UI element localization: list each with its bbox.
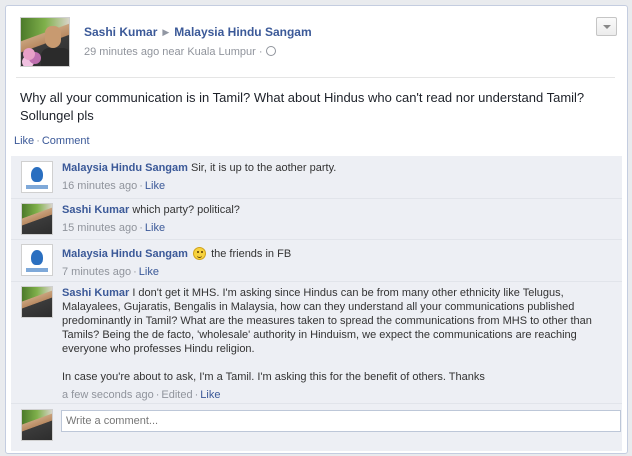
comment-like-link[interactable]: Like (200, 389, 220, 401)
comment-time[interactable]: 7 minutes ago (62, 266, 131, 278)
comment-text-paragraph: In case you're about to ask, I'm a Tamil… (62, 371, 485, 383)
meta-separator: · (194, 389, 199, 401)
commenter-avatar[interactable] (21, 161, 53, 193)
comment-like-link[interactable]: Like (145, 180, 165, 192)
comment-item: Malaysia Hindu Sangam the friends in FB … (11, 239, 622, 281)
commenter-avatar[interactable] (21, 203, 53, 235)
comment-time[interactable]: a few seconds ago (62, 389, 154, 401)
commenter-avatar[interactable] (21, 286, 53, 318)
comment-text: the friends in FB (211, 248, 292, 260)
arrow-icon: ▶ (162, 27, 170, 37)
comment-text: I don't get it MHS. I'm asking since Hin… (62, 287, 592, 355)
meta-separator: · (133, 266, 137, 278)
smiley-icon (193, 247, 206, 260)
comment-text: Sir, it is up to the aother party. (191, 162, 337, 174)
comment-author[interactable]: Sashi Kumar (62, 287, 129, 299)
viewer-avatar (21, 409, 53, 441)
meta-separator: · (139, 180, 143, 192)
target-page-link[interactable]: Malaysia Hindu Sangam (174, 25, 311, 39)
comment-text: which party? political? (132, 204, 240, 216)
author-link[interactable]: Sashi Kumar (84, 25, 157, 39)
meta-separator: · (155, 389, 160, 401)
feed-story: Sashi Kumar ▶ Malaysia Hindu Sangam 29 min… (5, 5, 628, 454)
comments-list: Malaysia Hindu Sangam Sir, it is up to t… (11, 156, 622, 451)
comment-input[interactable]: Write a comment... (61, 410, 621, 432)
comment-item: Sashi Kumar which party? political? 15 m… (11, 198, 622, 239)
comment-author[interactable]: Malaysia Hindu Sangam (62, 162, 188, 174)
globe-icon[interactable] (265, 46, 276, 56)
comment-author[interactable]: Malaysia Hindu Sangam (62, 248, 188, 260)
comment-like-link[interactable]: Like (139, 266, 159, 278)
story-options-button[interactable] (596, 17, 617, 36)
commenter-avatar[interactable] (21, 244, 53, 276)
story-timestamp[interactable]: 29 minutes ago near Kuala Lumpur (84, 46, 256, 58)
comment-composer: Write a comment... (11, 403, 622, 451)
comment-action[interactable]: Comment (42, 135, 90, 147)
action-separator: · (36, 135, 40, 147)
like-action[interactable]: Like (14, 135, 34, 147)
story-actions: Like · Comment (14, 135, 90, 147)
comment-item: Sashi Kumar I don't get it MHS. I'm aski… (11, 281, 622, 403)
comment-like-link[interactable]: Like (145, 222, 165, 234)
story-header: Sashi Kumar ▶ Malaysia Hindu Sangam (84, 25, 312, 39)
comment-author[interactable]: Sashi Kumar (62, 204, 129, 216)
header-divider (16, 77, 615, 78)
story-meta: 29 minutes ago near Kuala Lumpur · (84, 45, 276, 58)
edited-label[interactable]: Edited (161, 389, 192, 401)
meta-separator: · (139, 222, 143, 234)
comment-item: Malaysia Hindu Sangam Sir, it is up to t… (11, 156, 622, 198)
post-message: Why all your communication is in Tamil? … (20, 90, 585, 123)
author-avatar[interactable] (20, 17, 70, 67)
comment-time[interactable]: 15 minutes ago (62, 222, 137, 234)
meta-separator: · (258, 46, 263, 58)
comment-time[interactable]: 16 minutes ago (62, 180, 137, 192)
